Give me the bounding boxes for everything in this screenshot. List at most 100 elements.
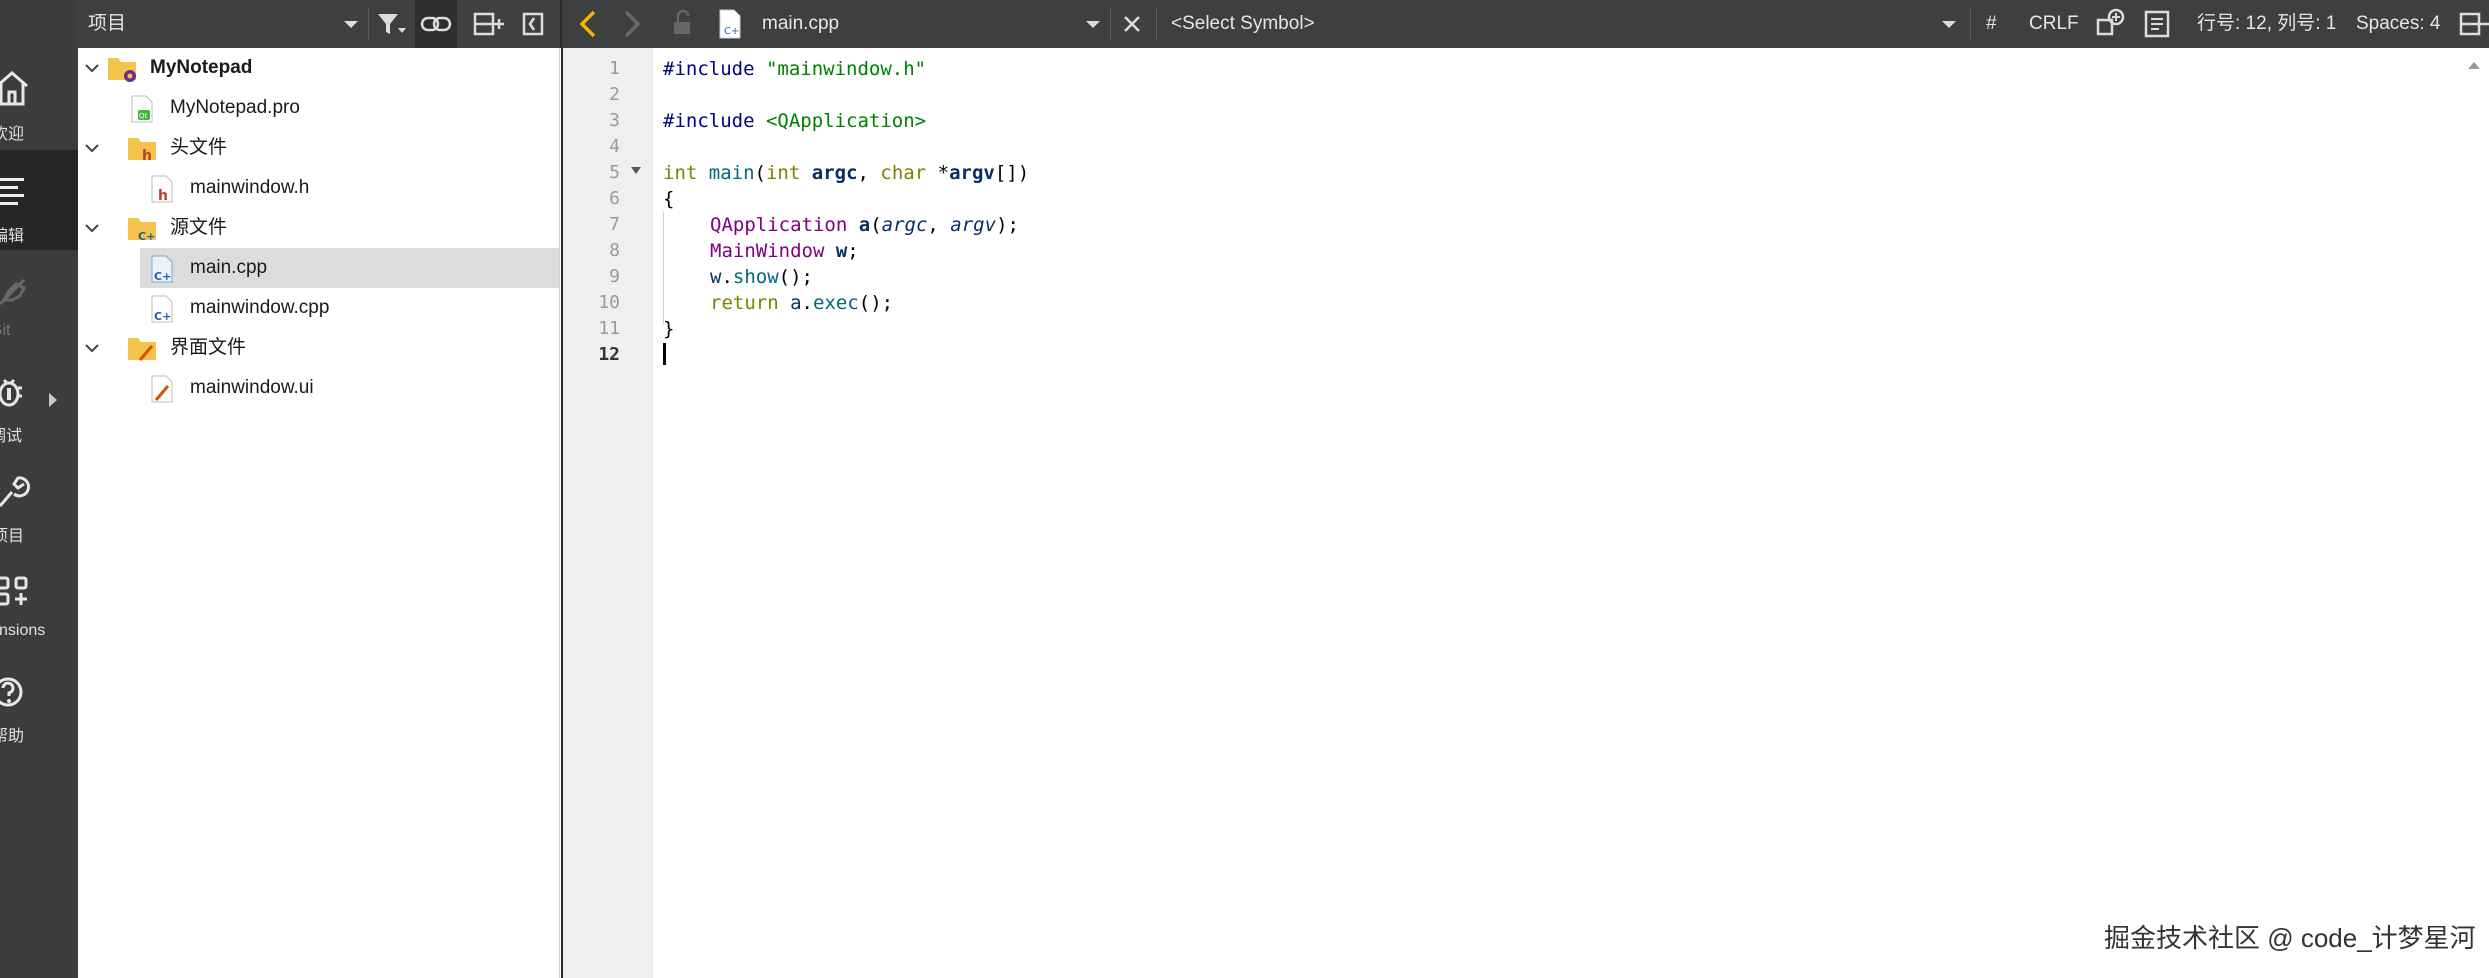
symbol-selector[interactable]: <Select Symbol> — [1171, 0, 1315, 48]
text-caret — [663, 343, 666, 365]
mode-extensions[interactable]: nsions — [0, 550, 78, 650]
debug-icon — [0, 378, 22, 407]
close-icon[interactable] — [1120, 0, 1144, 48]
code-token: int — [663, 162, 698, 184]
chevron-down-icon[interactable] — [84, 220, 100, 236]
tree-row-file[interactable]: Qt MyNotepad.pro — [78, 88, 559, 128]
svg-text:Qt: Qt — [139, 112, 148, 120]
open-file-name[interactable]: main.cpp — [762, 0, 839, 48]
code-token: a — [858, 214, 871, 236]
code-token: a — [790, 292, 802, 314]
fold-marker-icon[interactable] — [630, 166, 642, 176]
cpp-file-icon: C+ — [151, 255, 173, 283]
code-token: main — [697, 162, 755, 184]
help-icon — [0, 677, 23, 707]
top-toolbar: 项目 C+ main.cpp <Select Symbol> # CRLF 行号… — [78, 0, 2489, 48]
document-outline-icon[interactable] — [2142, 0, 2172, 48]
code-token: ( — [754, 162, 766, 184]
view-selector[interactable]: 项目 — [88, 0, 126, 48]
line-ending-selector[interactable]: CRLF — [2029, 0, 2079, 48]
tree-item-label: 头文件 — [170, 137, 228, 158]
indent-settings[interactable]: Spaces: 4 — [2356, 0, 2441, 48]
mode-projects[interactable]: 项目 — [0, 450, 78, 550]
chevron-down-icon[interactable] — [84, 340, 100, 356]
cpp-file-icon: C+ — [719, 9, 741, 39]
line-number: 5 — [609, 162, 620, 183]
code-token: #include — [663, 110, 755, 132]
header-folder-icon: h — [128, 138, 156, 164]
chevron-down-icon[interactable] — [84, 60, 100, 76]
forward-arrow-icon[interactable] — [618, 0, 646, 48]
line-number: 1 — [609, 58, 620, 79]
code-token: exec — [813, 292, 859, 314]
copy-add-icon[interactable] — [2094, 0, 2126, 48]
close-sidebar-icon[interactable] — [520, 0, 546, 48]
code-token: ( — [870, 214, 882, 236]
line-number-gutter: 1 2 3 4 5 6 7 8 9 10 11 12 — [561, 48, 655, 978]
lock-icon[interactable] — [670, 0, 694, 48]
toolbar-separator — [1970, 8, 1971, 40]
tree-row-folder[interactable]: 界面文件 — [78, 328, 559, 368]
tree-row-file[interactable]: mainwindow.ui — [78, 368, 559, 408]
svg-text:h: h — [158, 188, 168, 204]
mode-bar: 欢迎 编辑 Git 调试 项目 nsions 帮助 — [0, 0, 78, 978]
cursor-position[interactable]: 行号: 12, 列号: 1 — [2197, 0, 2336, 48]
scroll-up-icon[interactable] — [2467, 60, 2481, 70]
vertical-scrollbar[interactable] — [2459, 48, 2489, 978]
tree-item-label: mainwindow.cpp — [190, 297, 330, 318]
split-icon[interactable] — [472, 0, 506, 48]
mode-welcome[interactable]: 欢迎 — [0, 48, 78, 148]
line-number: 10 — [598, 292, 620, 313]
code-token: w — [835, 240, 848, 262]
chevron-down-icon[interactable] — [1084, 0, 1102, 48]
mode-debug[interactable]: 调试 — [0, 350, 78, 450]
tree-row-folder[interactable]: C+ 源文件 — [78, 208, 559, 248]
mode-label: nsions — [0, 622, 46, 639]
mode-edit[interactable]: 编辑 — [0, 150, 78, 250]
code-token: int — [765, 162, 801, 184]
tree-row-file-selected[interactable]: C+ main.cpp — [140, 248, 559, 288]
back-arrow-icon[interactable] — [574, 0, 602, 48]
code-token: . — [721, 266, 733, 288]
code-token: (); — [858, 292, 894, 314]
code-token: argv — [950, 214, 997, 236]
wrench-icon — [0, 476, 30, 507]
line-number: 9 — [609, 266, 620, 287]
code-line: MainWindow w; — [710, 238, 859, 264]
svg-text:C+: C+ — [154, 270, 171, 283]
code-editor[interactable]: #include "mainwindow.h" #include <QAppli… — [653, 48, 2459, 978]
code-token: ); — [996, 214, 1019, 236]
split-icon[interactable] — [2458, 0, 2489, 48]
code-token: . — [801, 292, 813, 314]
filter-icon[interactable] — [374, 0, 410, 48]
mode-label: 编辑 — [0, 228, 25, 245]
mode-git[interactable]: Git — [0, 250, 78, 350]
toolbar-separator — [1156, 8, 1157, 40]
chevron-down-icon[interactable] — [342, 0, 360, 48]
edit-icon — [0, 178, 24, 205]
svg-text:C+: C+ — [154, 310, 171, 323]
project-folder-icon — [108, 58, 136, 82]
toolbar-separator — [368, 8, 369, 40]
mode-label: 调试 — [0, 428, 23, 445]
mode-label: 欢迎 — [0, 126, 25, 143]
chevron-down-icon[interactable] — [84, 140, 100, 156]
line-number: 4 — [609, 136, 620, 157]
tree-row-folder[interactable]: h 头文件 — [78, 128, 559, 168]
expand-arrow-icon[interactable] — [48, 392, 58, 408]
chevron-down-icon[interactable] — [1940, 0, 1958, 48]
sync-link-button[interactable] — [415, 0, 457, 48]
svg-text:C+: C+ — [724, 26, 739, 37]
code-token: QApplication — [710, 214, 848, 236]
tree-row-file[interactable]: C+ mainwindow.cpp — [78, 288, 559, 328]
code-token: ; — [847, 240, 859, 262]
svg-text:C+: C+ — [138, 230, 155, 243]
hash-button[interactable]: # — [1986, 0, 1997, 48]
code-token: "mainwindow.h" — [754, 58, 927, 80]
code-token: show — [732, 266, 779, 288]
mode-help[interactable]: 帮助 — [0, 650, 78, 750]
code-token: argv — [949, 162, 995, 184]
tree-row-project[interactable]: MyNotepad — [78, 48, 559, 88]
tree-row-file[interactable]: h mainwindow.h — [78, 168, 559, 208]
